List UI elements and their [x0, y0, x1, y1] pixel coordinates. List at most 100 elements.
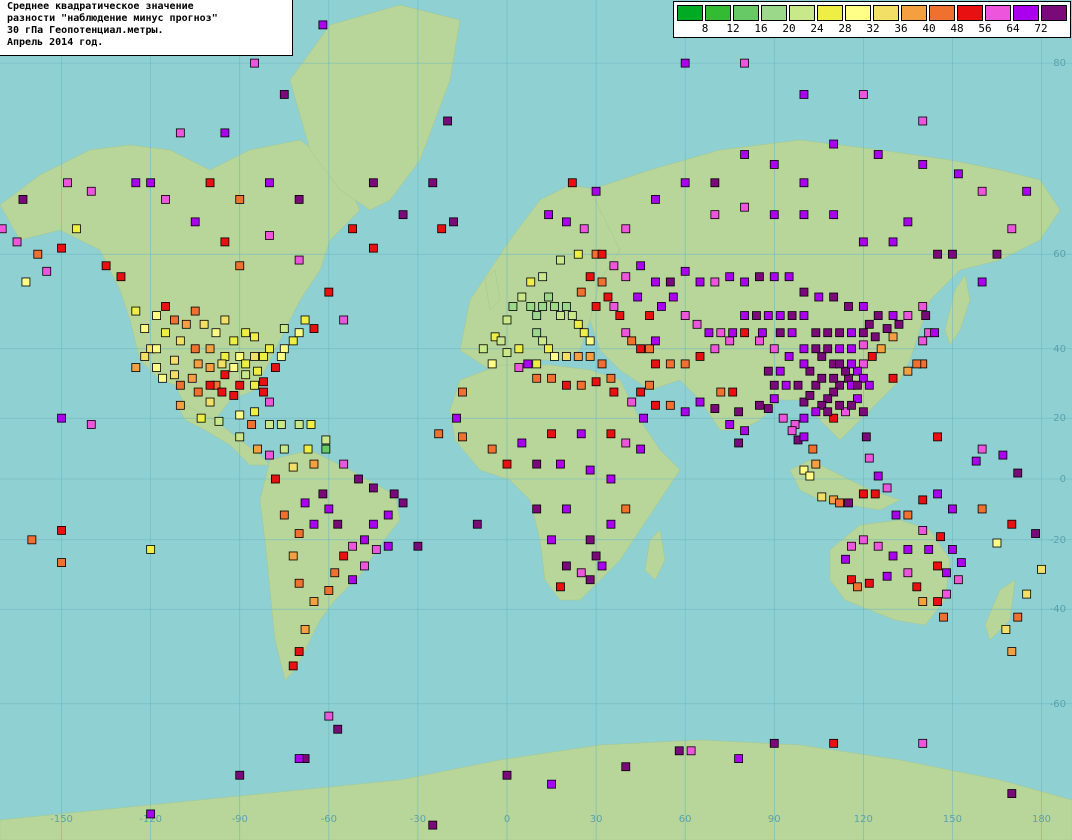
legend-swatch	[873, 5, 899, 21]
station-marker	[817, 352, 827, 361]
station-marker	[229, 363, 239, 372]
station-marker	[591, 377, 601, 387]
station-marker	[265, 420, 274, 429]
station-marker	[621, 328, 631, 338]
station-marker	[680, 266, 690, 276]
station-marker	[300, 315, 310, 325]
station-marker	[651, 277, 660, 287]
station-marker	[933, 561, 942, 571]
station-marker	[636, 387, 646, 397]
station-marker	[841, 554, 850, 564]
station-marker	[205, 397, 215, 407]
station-marker	[603, 292, 613, 302]
station-marker	[526, 302, 536, 311]
station-marker	[858, 489, 868, 499]
station-marker	[728, 328, 738, 338]
station-marker	[383, 541, 393, 551]
station-marker	[544, 292, 553, 302]
station-marker	[674, 746, 684, 756]
station-marker	[853, 582, 862, 592]
station-marker	[550, 302, 559, 311]
station-marker	[348, 224, 357, 234]
latitude-label: 40	[1053, 344, 1066, 355]
station-marker	[193, 387, 203, 397]
station-marker	[250, 58, 259, 68]
station-marker	[131, 178, 141, 188]
station-marker	[279, 324, 289, 333]
station-marker	[740, 311, 749, 320]
station-marker	[609, 261, 619, 271]
station-marker	[235, 195, 245, 204]
station-marker	[680, 311, 690, 320]
station-marker	[303, 444, 313, 454]
station-marker	[175, 400, 185, 410]
station-marker	[847, 541, 856, 551]
station-marker	[487, 359, 497, 369]
station-marker	[882, 324, 892, 333]
station-marker	[606, 429, 616, 439]
station-marker	[793, 380, 803, 390]
latitude-label: 60	[1053, 249, 1066, 260]
station-marker	[205, 363, 215, 372]
station-marker	[288, 551, 298, 561]
station-marker	[710, 277, 720, 287]
station-marker	[487, 444, 497, 454]
latitude-label: 20	[1053, 413, 1066, 424]
station-marker	[864, 380, 874, 390]
station-marker	[873, 311, 883, 320]
legend-swatch	[1041, 5, 1067, 21]
station-marker	[538, 336, 548, 346]
station-marker	[918, 495, 928, 505]
station-marker	[853, 380, 862, 390]
station-marker	[576, 568, 586, 578]
station-marker	[348, 541, 357, 551]
station-marker	[621, 762, 631, 772]
legend-label: 36	[894, 22, 908, 35]
station-marker	[161, 328, 170, 338]
station-marker	[175, 336, 185, 346]
station-marker	[606, 519, 616, 529]
station-marker	[918, 597, 928, 606]
station-marker	[918, 738, 928, 748]
station-marker	[971, 456, 981, 466]
station-marker	[769, 160, 779, 169]
longitude-label: 60	[679, 814, 692, 825]
station-marker	[903, 545, 913, 554]
station-marker	[704, 328, 714, 338]
station-marker	[42, 266, 52, 276]
legend-label: 8	[701, 22, 709, 35]
station-marker	[561, 561, 571, 571]
station-marker	[882, 483, 892, 493]
station-marker	[873, 150, 883, 159]
station-marker	[933, 597, 942, 606]
station-marker	[930, 328, 940, 338]
station-marker	[294, 578, 304, 588]
station-marker	[318, 489, 328, 499]
station-marker	[259, 387, 268, 397]
station-marker	[808, 444, 818, 454]
station-marker	[573, 249, 583, 259]
station-marker	[725, 272, 735, 282]
station-marker	[161, 195, 170, 204]
legend-label: 28	[838, 22, 852, 35]
station-marker	[398, 210, 408, 220]
station-marker	[977, 277, 987, 287]
station-marker	[158, 373, 167, 383]
station-marker	[775, 328, 785, 338]
station-marker	[755, 272, 764, 282]
station-marker	[360, 535, 369, 545]
longitude-label: 150	[943, 814, 962, 825]
station-marker	[259, 352, 268, 361]
station-marker	[270, 363, 280, 372]
station-marker	[550, 352, 559, 361]
station-marker	[318, 20, 328, 30]
station-marker	[921, 311, 931, 320]
station-marker	[627, 397, 637, 407]
station-marker	[235, 261, 245, 271]
station-marker	[799, 344, 809, 354]
station-marker	[891, 510, 901, 520]
station-marker	[823, 407, 833, 417]
station-marker	[585, 535, 595, 545]
station-marker	[21, 277, 31, 287]
station-marker	[556, 255, 565, 265]
